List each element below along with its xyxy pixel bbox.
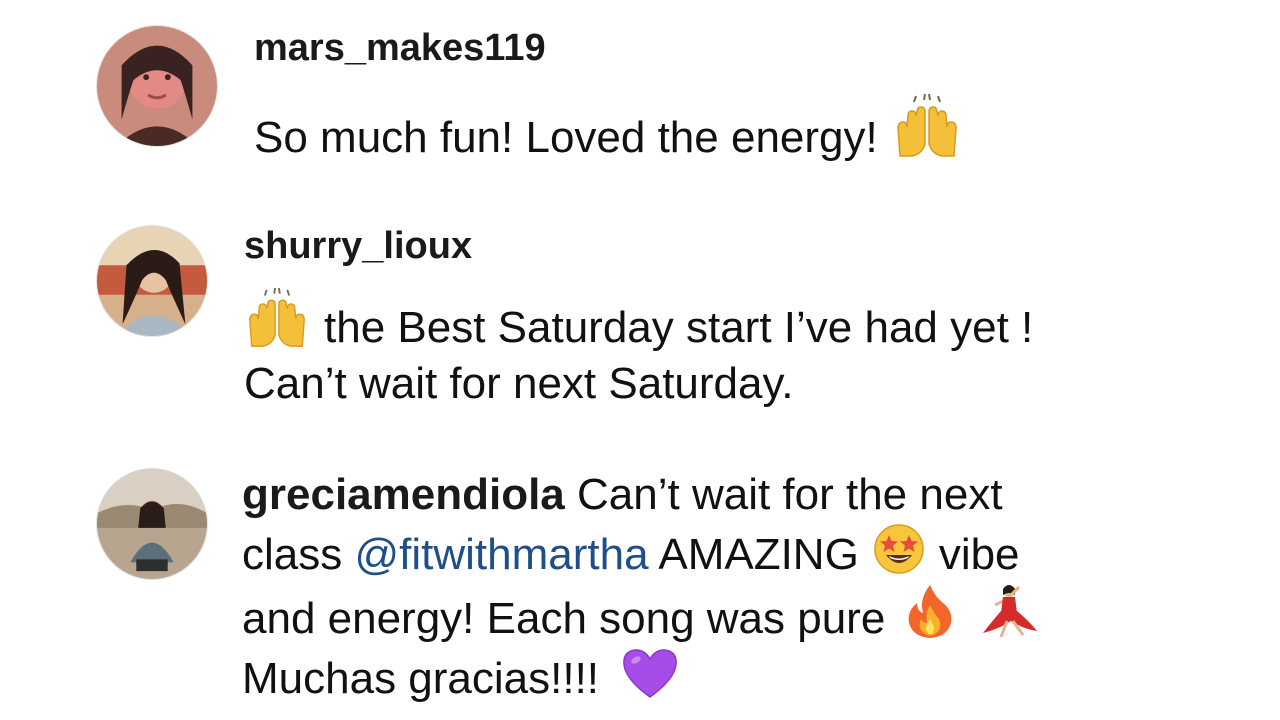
comment-mars-makes119: mars_makes119 So much fun! Loved the ene…: [0, 0, 1280, 200]
comment-text-segment: class: [242, 530, 355, 579]
comment-shurry-lioux: shurry_lioux the Best Saturday start I’v…: [0, 200, 1280, 440]
comment-username[interactable]: mars_makes119: [254, 26, 546, 70]
star-struck-icon: [873, 523, 925, 575]
comment-text-line: and energy! Each song was pure: [242, 594, 886, 643]
comment-text-line: the Best Saturday start I’ve had yet !: [324, 303, 1034, 352]
avatar-image: [97, 226, 207, 336]
raising-hands-icon: [892, 94, 962, 158]
comment-text-body: So much fun! Loved the energy!: [254, 113, 878, 162]
fire-icon: [905, 583, 955, 639]
comment-text-line: Can’t wait for the next: [564, 470, 1003, 519]
avatar[interactable]: [96, 468, 208, 580]
purple-heart-icon: [621, 647, 679, 699]
comment-text-segment: AMAZING: [648, 530, 859, 579]
comment-username[interactable]: greciamendiola: [242, 470, 565, 519]
avatar[interactable]: [96, 225, 208, 337]
comment-text: So much fun! Loved the energy!: [254, 94, 962, 166]
comment-text: the Best Saturday start I’ve had yet ! C…: [244, 288, 1033, 412]
woman-dancing-icon: [979, 583, 1041, 639]
mention-link[interactable]: @fitwithmartha: [354, 530, 648, 579]
avatar-image: [97, 469, 207, 579]
comment-text-line: Muchas gracias!!!!: [242, 654, 600, 703]
avatar[interactable]: [96, 25, 218, 147]
avatar-image: [97, 26, 217, 146]
comment-text-line: Can’t wait for next Saturday.: [244, 359, 794, 408]
comment-greciamendiola: greciamendiola Can’t wait for the next c…: [0, 440, 1280, 720]
comment-username[interactable]: shurry_lioux: [244, 224, 472, 268]
comment-text: greciamendiola Can’t wait for the next c…: [242, 466, 1041, 707]
comment-text-segment: vibe: [938, 530, 1020, 579]
raising-hands-icon: [244, 288, 310, 348]
